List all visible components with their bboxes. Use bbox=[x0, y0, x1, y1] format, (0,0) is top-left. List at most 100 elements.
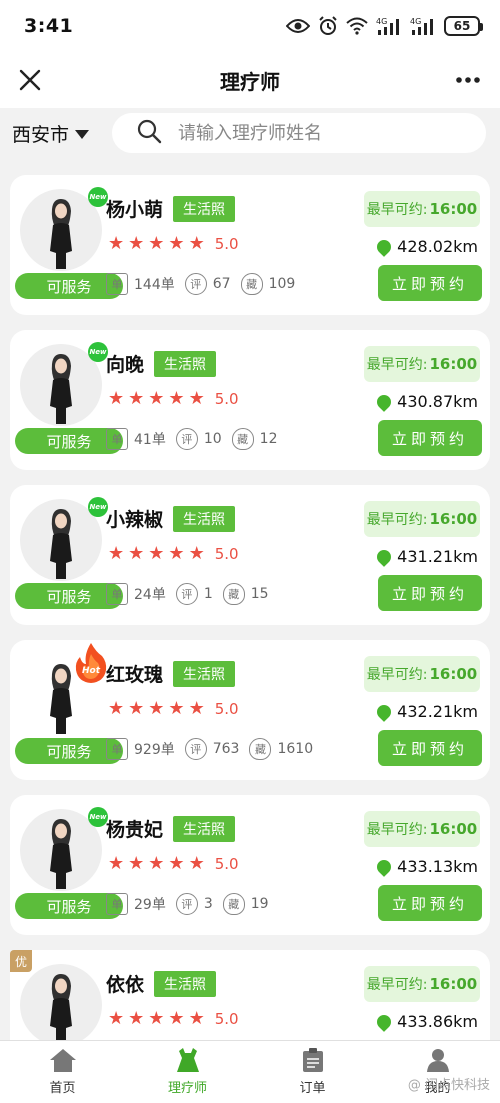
book-now-button[interactable]: 立即预约 bbox=[378, 420, 482, 456]
life-photo-button[interactable]: 生活照 bbox=[173, 505, 236, 532]
distance: 430.87km bbox=[374, 391, 478, 412]
orders-count: 29单 bbox=[134, 897, 166, 913]
favorites-stat: 藏 1610 bbox=[249, 738, 313, 760]
book-now-button[interactable]: 立即预约 bbox=[378, 885, 482, 921]
favorites-count: 1610 bbox=[277, 741, 314, 757]
heart-icon: 藏 bbox=[231, 428, 254, 450]
earliest-label: 最早可约: bbox=[366, 202, 428, 218]
earliest-time: 16:00 bbox=[429, 355, 478, 373]
orders-stat: 单 929单 bbox=[106, 738, 175, 760]
distance-value: 432.21km bbox=[397, 702, 478, 721]
order-icon: 单 bbox=[106, 893, 128, 915]
caret-down-icon bbox=[75, 129, 90, 139]
star-rating: ★ ★ ★ ★ ★ bbox=[108, 855, 205, 873]
life-photo-button[interactable]: 生活照 bbox=[173, 660, 236, 687]
star-icon: ★ bbox=[188, 853, 205, 874]
tab-orders-label: 订单 bbox=[299, 1081, 326, 1096]
reviews-stat: 评1 bbox=[175, 583, 213, 605]
therapist-card[interactable]: Hot 可服务 红玫瑰 生活照 ★ ★ ★ ★ ★ 5.0 单 929单 评 763 藏 16… bbox=[10, 640, 490, 780]
location-pin-icon bbox=[374, 856, 395, 877]
signal-icon: 4G bbox=[376, 16, 402, 36]
orders-count: 929单 bbox=[134, 742, 175, 758]
favorites-stat: 藏 109 bbox=[240, 273, 295, 295]
new-badge: New bbox=[88, 187, 108, 207]
star-icon: ★ bbox=[188, 698, 205, 719]
tab-orders[interactable]: 订单 bbox=[250, 1041, 375, 1103]
earliest-time-box: 最早可约: 16:00 bbox=[364, 811, 480, 847]
earliest-time: 16:00 bbox=[429, 820, 478, 838]
clipboard-icon bbox=[302, 1048, 323, 1072]
distance: 431.21km bbox=[374, 546, 478, 567]
therapist-card[interactable]: New 可服务 小辣椒 生活照 ★ ★ ★ ★ ★ 5.0 单 24单 评1 藏 15 最早… bbox=[10, 485, 490, 625]
hot-badge-icon: Hot bbox=[74, 642, 108, 684]
star-icon: ★ bbox=[108, 698, 125, 719]
tab-profile[interactable]: 我的 bbox=[375, 1041, 500, 1103]
book-now-button[interactable]: 立即预约 bbox=[378, 575, 482, 611]
search-input[interactable] bbox=[178, 122, 470, 144]
star-icon: ★ bbox=[128, 698, 145, 719]
order-icon: 单 bbox=[106, 273, 128, 295]
order-icon: 单 bbox=[106, 583, 128, 605]
review-icon: 评 bbox=[175, 893, 198, 915]
star-icon: ★ bbox=[188, 1008, 205, 1029]
life-photo-button[interactable]: 生活照 bbox=[154, 970, 217, 997]
star-icon: ★ bbox=[128, 543, 145, 564]
life-photo-button[interactable]: 生活照 bbox=[173, 815, 236, 842]
review-icon: 评 bbox=[184, 273, 207, 295]
review-icon: 评 bbox=[175, 583, 198, 605]
more-icon[interactable] bbox=[452, 64, 484, 96]
tab-home[interactable]: 首页 bbox=[0, 1041, 125, 1103]
life-photo-button[interactable]: 生活照 bbox=[154, 350, 217, 377]
order-icon: 单 bbox=[106, 738, 128, 760]
stats-line: 单 41单 评 10 藏 12 bbox=[106, 428, 287, 450]
name-line: 杨小萌 生活照 bbox=[106, 195, 236, 222]
therapist-name: 杨贵妃 bbox=[106, 819, 164, 841]
search-icon bbox=[136, 118, 162, 148]
distance-value: 433.86km bbox=[397, 1012, 478, 1031]
city-selector[interactable]: 西安市 bbox=[12, 120, 112, 147]
star-icon: ★ bbox=[168, 698, 185, 719]
close-icon[interactable] bbox=[14, 64, 46, 96]
therapist-card[interactable]: New 可服务 向晚 生活照 ★ ★ ★ ★ ★ 5.0 单 41单 评 10 藏 12 最早… bbox=[10, 330, 490, 470]
tab-therapist-label: 理疗师 bbox=[167, 1081, 207, 1096]
distance-value: 430.87km bbox=[397, 392, 478, 411]
location-pin-icon bbox=[374, 546, 395, 567]
stats-line: 单 929单 评 763 藏 1610 bbox=[106, 738, 323, 760]
star-icon: ★ bbox=[148, 853, 165, 874]
review-icon: 评 bbox=[184, 738, 207, 760]
search-box[interactable] bbox=[112, 113, 486, 153]
reviews-count: 67 bbox=[212, 276, 231, 292]
avatar[interactable] bbox=[20, 964, 102, 1046]
distance: 433.86km bbox=[374, 1011, 478, 1032]
life-photo-button[interactable]: 生活照 bbox=[173, 195, 236, 222]
therapist-card[interactable]: New 可服务 杨小萌 生活照 ★ ★ ★ ★ ★ 5.0 单 144单 评 67 藏 109… bbox=[10, 175, 490, 315]
earliest-label: 最早可约: bbox=[366, 822, 428, 838]
nav-header: 理疗师 bbox=[0, 52, 500, 108]
status-bar: 3:41 4G 4G 65 bbox=[0, 0, 500, 52]
distance: 432.21km bbox=[374, 701, 478, 722]
star-icon: ★ bbox=[128, 388, 145, 409]
tab-home-label: 首页 bbox=[49, 1081, 76, 1096]
name-line: 依依 生活照 bbox=[106, 970, 217, 997]
therapist-card[interactable]: New 可服务 杨贵妃 生活照 ★ ★ ★ ★ ★ 5.0 单 29单 评3 藏 19 最早… bbox=[10, 795, 490, 935]
premium-badge: 优 bbox=[10, 950, 32, 972]
name-line: 小辣椒 生活照 bbox=[106, 505, 236, 532]
heart-icon: 藏 bbox=[240, 273, 263, 295]
earliest-label: 最早可约: bbox=[366, 512, 428, 528]
book-now-button[interactable]: 立即预约 bbox=[378, 265, 482, 301]
star-rating: ★ ★ ★ ★ ★ bbox=[108, 700, 205, 718]
stats-line: 单 144单 评 67 藏 109 bbox=[106, 273, 305, 295]
star-icon: ★ bbox=[128, 853, 145, 874]
favorites-stat: 藏 12 bbox=[231, 428, 277, 450]
reviews-stat: 评3 bbox=[175, 893, 213, 915]
order-icon: 单 bbox=[106, 428, 128, 450]
wifi-icon bbox=[346, 17, 368, 35]
svg-text:4G: 4G bbox=[410, 17, 421, 26]
location-pin-icon bbox=[374, 1011, 395, 1032]
star-icon: ★ bbox=[188, 543, 205, 564]
tab-therapist[interactable]: 理疗师 bbox=[125, 1041, 250, 1103]
earliest-time-box: 最早可约: 16:00 bbox=[364, 966, 480, 1002]
dress-icon bbox=[176, 1048, 199, 1072]
book-now-button[interactable]: 立即预约 bbox=[378, 730, 482, 766]
therapist-name: 向晚 bbox=[106, 354, 145, 376]
